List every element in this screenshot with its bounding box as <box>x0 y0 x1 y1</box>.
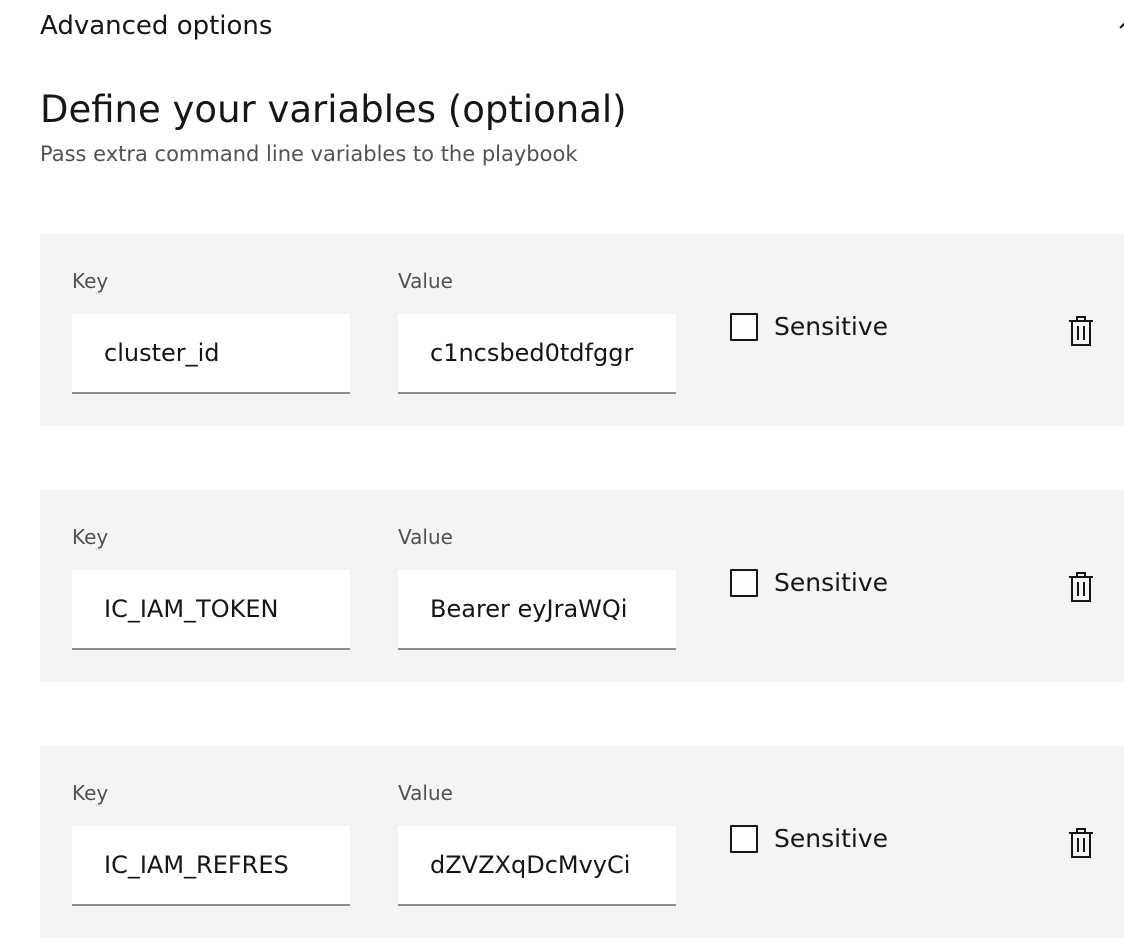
sensitive-label: Sensitive <box>774 824 888 853</box>
value-label: Value <box>398 525 453 549</box>
delete-variable-button[interactable] <box>1064 314 1098 348</box>
variable-row: Key Value cluster_id c1ncsbed0tdfggr Sen… <box>40 234 1124 426</box>
checkbox-box[interactable] <box>730 313 758 341</box>
value-label: Value <box>398 781 453 805</box>
key-input[interactable]: IC_IAM_TOKEN <box>72 570 350 650</box>
key-label: Key <box>72 781 109 805</box>
chevron-up-icon[interactable] <box>1118 14 1124 38</box>
advanced-options-accordion[interactable]: Advanced options <box>40 10 272 42</box>
variable-row: Key Value IC_IAM_TOKEN Bearer eyJraWQi S… <box>40 490 1124 682</box>
value-label: Value <box>398 269 453 293</box>
delete-variable-button[interactable] <box>1064 570 1098 604</box>
checkbox-box[interactable] <box>730 569 758 597</box>
trash-icon <box>1069 828 1093 858</box>
trash-icon <box>1069 572 1093 602</box>
delete-variable-button[interactable] <box>1064 826 1098 860</box>
section-title: Define your variables (optional) <box>40 88 627 131</box>
key-label: Key <box>72 269 109 293</box>
key-input[interactable]: IC_IAM_REFRES <box>72 826 350 906</box>
sensitive-checkbox[interactable]: Sensitive <box>730 822 888 856</box>
key-label: Key <box>72 525 109 549</box>
value-input[interactable]: dZVZXqDcMvyCi <box>398 826 676 906</box>
sensitive-label: Sensitive <box>774 568 888 597</box>
trash-icon <box>1069 316 1093 346</box>
variable-row: Key Value IC_IAM_REFRES dZVZXqDcMvyCi Se… <box>40 746 1124 938</box>
key-input[interactable]: cluster_id <box>72 314 350 394</box>
sensitive-label: Sensitive <box>774 312 888 341</box>
sensitive-checkbox[interactable]: Sensitive <box>730 566 888 600</box>
sensitive-checkbox[interactable]: Sensitive <box>730 310 888 344</box>
section-subtitle: Pass extra command line variables to the… <box>40 142 578 166</box>
checkbox-box[interactable] <box>730 825 758 853</box>
value-input[interactable]: Bearer eyJraWQi <box>398 570 676 650</box>
accordion-title: Advanced options <box>40 11 273 41</box>
value-input[interactable]: c1ncsbed0tdfggr <box>398 314 676 394</box>
